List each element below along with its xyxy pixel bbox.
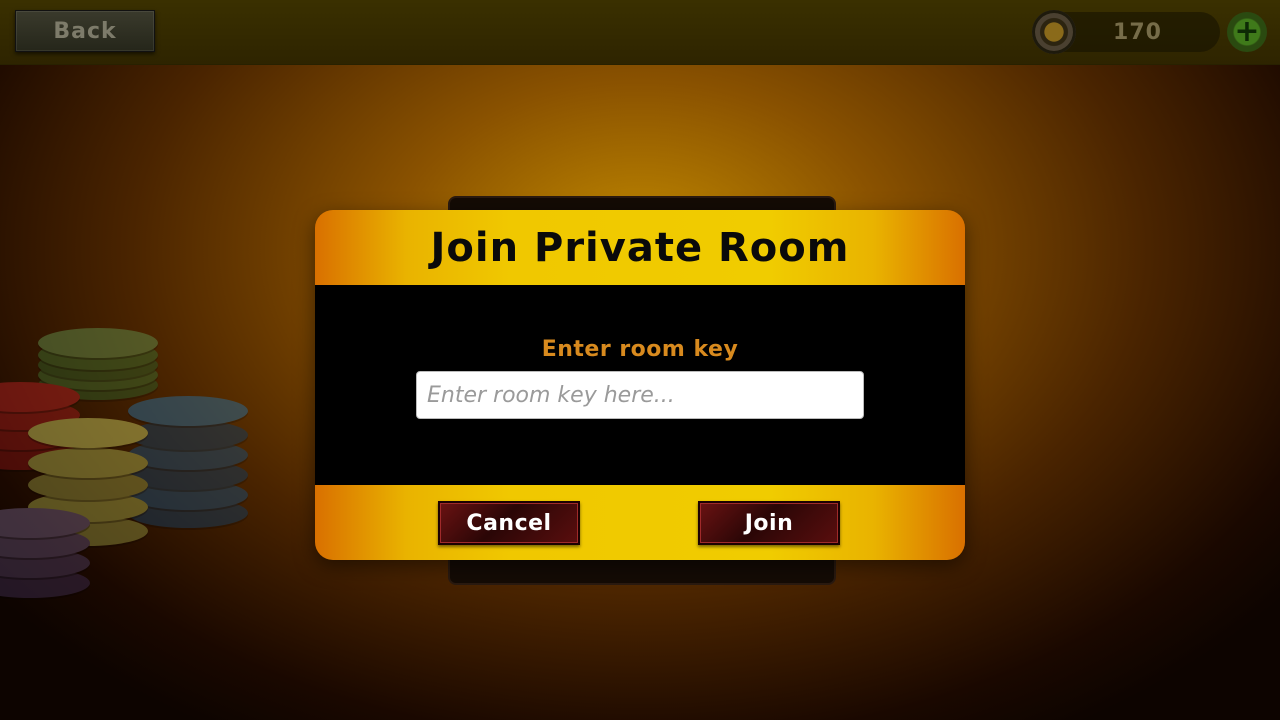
coin-count: 170 (1113, 19, 1162, 45)
dialog-footer: Cancel Join (315, 485, 965, 560)
dialog-header: Join Private Room (315, 210, 965, 285)
room-key-label: Enter room key (541, 337, 739, 362)
room-key-input[interactable] (416, 371, 864, 419)
cancel-button[interactable]: Cancel (438, 501, 580, 545)
add-coins-button[interactable]: + (1227, 12, 1267, 52)
top-bar: Back 170 + (0, 0, 1280, 65)
back-button[interactable]: Back (15, 10, 155, 52)
dialog-body: Enter room key (315, 285, 965, 485)
coin-icon (1032, 10, 1076, 54)
join-private-room-dialog: Join Private Room Enter room key Cancel … (315, 210, 965, 560)
dialog-title: Join Private Room (430, 224, 850, 271)
join-button[interactable]: Join (698, 501, 840, 545)
plus-icon: + (1234, 14, 1260, 49)
poker-chips-decoration (0, 320, 260, 600)
